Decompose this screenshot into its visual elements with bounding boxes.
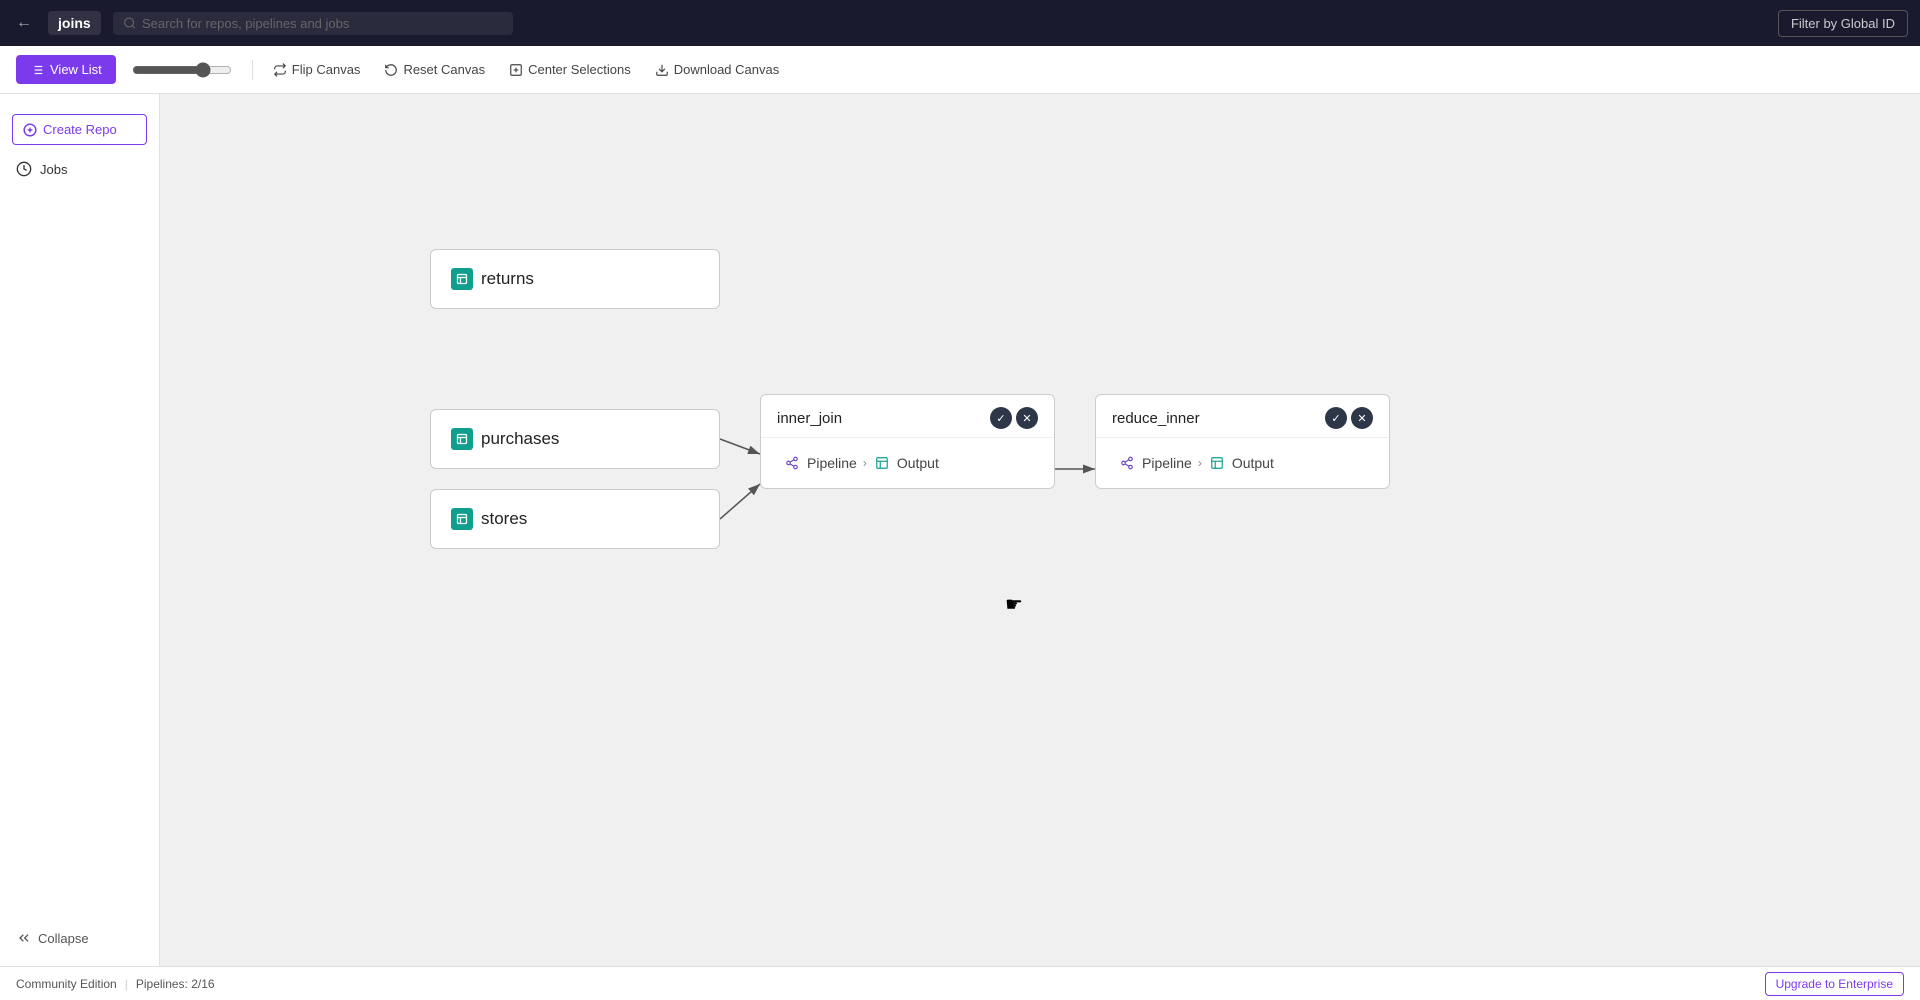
plus-icon <box>23 123 37 137</box>
stores-node-icon <box>451 508 473 530</box>
collapse-button[interactable]: Collapse <box>0 922 159 954</box>
zoom-slider[interactable] <box>132 62 232 78</box>
pipelines-count: Pipelines: 2/16 <box>136 977 215 991</box>
flip-canvas-button[interactable]: Flip Canvas <box>265 57 369 82</box>
inner-join-header: inner_join ✓ ✕ <box>761 395 1054 438</box>
bottom-divider: | <box>125 977 128 991</box>
returns-node-label: returns <box>481 269 534 289</box>
stores-node[interactable]: stores <box>430 489 720 549</box>
inner-join-label: inner_join <box>777 410 842 427</box>
download-icon <box>655 63 669 77</box>
output-icon <box>873 454 891 472</box>
collapse-icon <box>16 930 32 946</box>
download-canvas-button[interactable]: Download Canvas <box>647 57 788 82</box>
cursor-indicator: ☛ <box>1005 592 1029 616</box>
purchases-node[interactable]: purchases <box>430 409 720 469</box>
inner-join-output-link[interactable]: Output <box>867 450 945 476</box>
reduce-inner-pipeline-link[interactable]: Pipeline <box>1112 450 1198 476</box>
upgrade-button[interactable]: Upgrade to Enterprise <box>1765 972 1904 996</box>
returns-node-icon <box>451 268 473 290</box>
reduce-pipeline-icon <box>1118 454 1136 472</box>
sidebar: Create Repo Jobs Collapse <box>0 94 160 966</box>
back-button[interactable]: ← <box>12 10 36 36</box>
pipeline-label: Pipeline <box>807 455 857 471</box>
canvas-arrows <box>160 94 1920 966</box>
reduce-inner-actions: ✓ ✕ <box>1325 407 1373 429</box>
reduce-inner-node[interactable]: reduce_inner ✓ ✕ Pipeline › <box>1095 394 1390 489</box>
inner-join-actions: ✓ ✕ <box>990 407 1038 429</box>
center-icon <box>509 63 523 77</box>
inner-join-body: Pipeline › Output <box>761 438 1054 488</box>
inner-join-cancel-button[interactable]: ✕ <box>1016 407 1038 429</box>
toolbar: View List Flip Canvas Reset Canvas Cente… <box>0 46 1920 94</box>
inner-join-check-button[interactable]: ✓ <box>990 407 1012 429</box>
list-icon <box>30 63 44 77</box>
search-bar <box>113 12 513 35</box>
search-icon <box>123 16 136 30</box>
reduce-pipeline-label: Pipeline <box>1142 455 1192 471</box>
output-label: Output <box>897 455 939 471</box>
reduce-inner-label: reduce_inner <box>1112 410 1200 427</box>
stores-node-label: stores <box>481 509 527 529</box>
view-list-button[interactable]: View List <box>16 55 116 84</box>
reset-canvas-button[interactable]: Reset Canvas <box>376 57 493 82</box>
canvas-area[interactable]: returns purchases stores <box>160 94 1920 966</box>
purchases-node-icon <box>451 428 473 450</box>
search-input[interactable] <box>142 16 503 31</box>
topnav: ← joins Filter by Global ID <box>0 0 1920 46</box>
bottom-bar: Community Edition | Pipelines: 2/16 Upgr… <box>0 966 1920 1000</box>
pipeline-icon <box>783 454 801 472</box>
reduce-inner-header: reduce_inner ✓ ✕ <box>1096 395 1389 438</box>
purchases-node-label: purchases <box>481 429 559 449</box>
reduce-inner-body: Pipeline › Output <box>1096 438 1389 488</box>
reduce-output-label: Output <box>1232 455 1274 471</box>
reduce-inner-check-button[interactable]: ✓ <box>1325 407 1347 429</box>
flip-icon <box>273 63 287 77</box>
toolbar-divider-1 <box>252 60 253 80</box>
inner-join-pipeline-link[interactable]: Pipeline <box>777 450 863 476</box>
returns-node[interactable]: returns <box>430 249 720 309</box>
nav-title: joins <box>48 11 101 35</box>
center-selections-button[interactable]: Center Selections <box>501 57 639 82</box>
create-repo-button[interactable]: Create Repo <box>12 114 147 145</box>
inner-join-node[interactable]: inner_join ✓ ✕ Pipeline › <box>760 394 1055 489</box>
edition-label: Community Edition <box>16 977 117 991</box>
jobs-icon <box>16 161 32 177</box>
sidebar-item-jobs[interactable]: Jobs <box>0 153 159 185</box>
main-layout: Create Repo Jobs Collapse <box>0 94 1920 966</box>
reduce-output-icon <box>1208 454 1226 472</box>
reduce-inner-output-link[interactable]: Output <box>1202 450 1280 476</box>
reset-icon <box>384 63 398 77</box>
reduce-inner-cancel-button[interactable]: ✕ <box>1351 407 1373 429</box>
filter-by-global-id-button[interactable]: Filter by Global ID <box>1778 10 1908 37</box>
